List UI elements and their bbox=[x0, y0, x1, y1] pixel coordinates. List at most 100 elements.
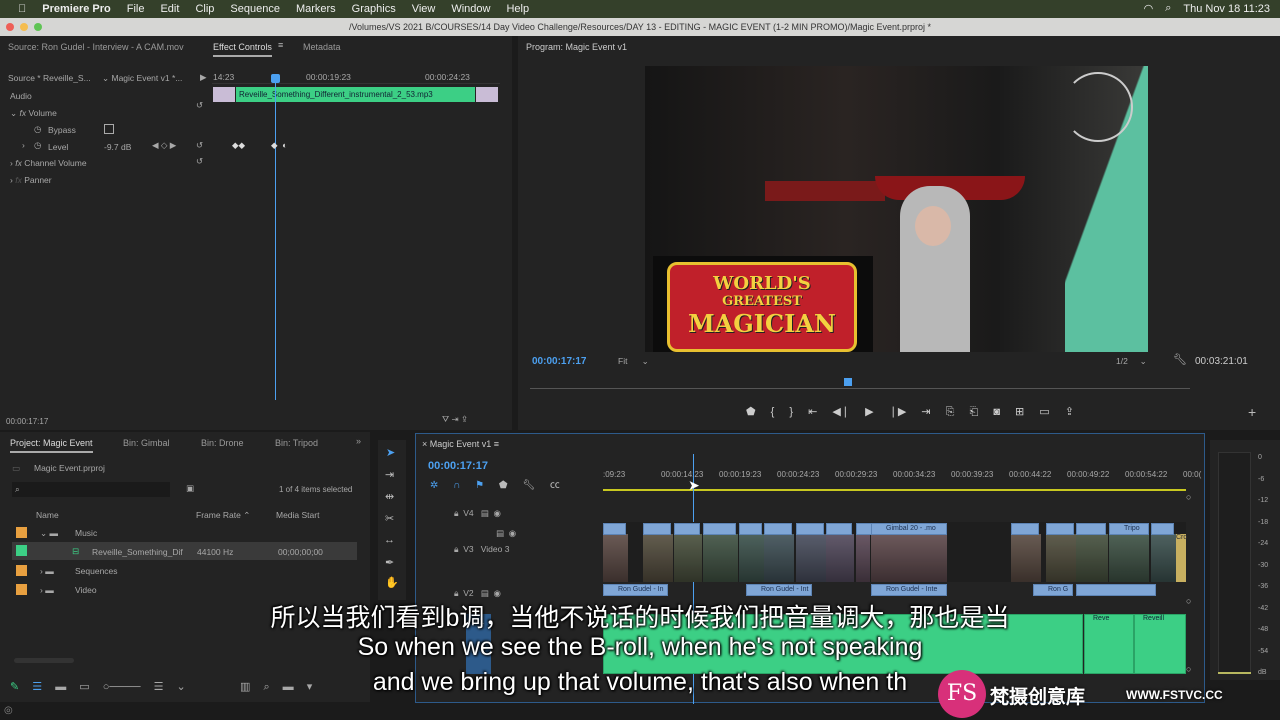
menu-help[interactable]: Help bbox=[506, 3, 529, 15]
menu-window[interactable]: Window bbox=[451, 3, 490, 15]
video-clip[interactable]: Ron G bbox=[1033, 584, 1073, 596]
wifi-icon[interactable]: ◠ bbox=[1144, 2, 1154, 15]
video-clip-thumbnail[interactable] bbox=[764, 534, 794, 582]
reset-icon[interactable]: ↺ bbox=[196, 100, 203, 111]
keyframes[interactable]: ◆◆ ◆ ◐ bbox=[232, 140, 287, 151]
level-value[interactable]: -9.7 dB bbox=[104, 142, 131, 152]
video-clip-thumbnail[interactable] bbox=[1076, 534, 1108, 582]
video-clip-header[interactable] bbox=[826, 523, 852, 535]
volume-effect[interactable]: ⌄ fx Volume bbox=[10, 108, 57, 119]
video-clip[interactable] bbox=[1076, 584, 1156, 596]
tab-bin-drone[interactable]: Bin: Drone bbox=[201, 438, 244, 448]
effect-clip[interactable]: Reveille_Something_Different_instrumenta… bbox=[236, 87, 475, 102]
timeline-timecode[interactable]: 00:00:17:17 bbox=[428, 460, 488, 472]
menu-app[interactable]: Premiere Pro bbox=[42, 3, 110, 15]
stopwatch-icon[interactable]: ◷ bbox=[34, 140, 41, 151]
fit-select[interactable]: Fit ⌄ bbox=[618, 356, 649, 367]
hand-tool-icon[interactable]: ✋ bbox=[385, 576, 399, 589]
playhead[interactable] bbox=[275, 80, 276, 400]
slip-tool-icon[interactable]: ↔ bbox=[384, 534, 395, 546]
video-clip-thumbnail[interactable] bbox=[796, 534, 826, 582]
tab-metadata[interactable]: Metadata bbox=[303, 42, 341, 52]
video-clip-thumbnail[interactable] bbox=[826, 534, 854, 582]
mini-ruler[interactable]: 14:23 00:00:19:23 00:00:24:23 bbox=[212, 64, 500, 84]
timeline-tab[interactable]: × Magic Event v1 ≡ bbox=[422, 439, 499, 449]
video-clip[interactable]: Gimbal 20 - .mo bbox=[871, 523, 947, 535]
video-clip[interactable]: Ron Gudel - Inte bbox=[871, 584, 947, 596]
video-clip-header[interactable] bbox=[796, 523, 824, 535]
datetime[interactable]: Thu Nov 18 11:23 bbox=[1183, 3, 1270, 15]
video-clip-thumbnail[interactable] bbox=[603, 534, 628, 582]
program-timecode[interactable]: 00:00:17:17 bbox=[532, 356, 586, 367]
menu-clip[interactable]: Clip bbox=[195, 3, 214, 15]
video-clip-header[interactable] bbox=[739, 523, 762, 535]
add-button-icon[interactable]: + bbox=[1248, 404, 1256, 420]
video-clip[interactable]: Cro bbox=[1176, 534, 1187, 582]
menu-sequence[interactable]: Sequence bbox=[230, 3, 280, 15]
menu-graphics[interactable]: Graphics bbox=[352, 3, 396, 15]
creative-cloud-icon[interactable]: ◎ bbox=[4, 705, 13, 716]
timeline-tools[interactable]: ✲ ∩ ⚑ ⬟ 🔧︎ ㏄ bbox=[430, 476, 560, 491]
video-clip-thumbnail[interactable] bbox=[643, 534, 673, 582]
tab-project[interactable]: Project: Magic Event bbox=[10, 438, 93, 453]
track-v3-toggles[interactable]: ▤ ◉ bbox=[496, 528, 516, 539]
video-clip[interactable]: Ron Gudel - Int bbox=[746, 584, 812, 596]
video-clip-header[interactable] bbox=[1046, 523, 1074, 535]
video-clip-header[interactable] bbox=[1011, 523, 1039, 535]
video-clip-thumbnail[interactable] bbox=[703, 534, 738, 582]
video-clip-thumbnail[interactable] bbox=[871, 534, 947, 582]
video-clip[interactable]: Tripo bbox=[1109, 523, 1149, 535]
video-clip-thumbnail[interactable] bbox=[1109, 534, 1149, 582]
close-button[interactable] bbox=[6, 23, 14, 31]
bypass-checkbox[interactable] bbox=[104, 124, 114, 134]
video-clip-thumbnail[interactable] bbox=[1151, 534, 1176, 582]
video-clip-header[interactable] bbox=[1151, 523, 1174, 535]
menu-file[interactable]: File bbox=[127, 3, 145, 15]
menu-view[interactable]: View bbox=[412, 3, 436, 15]
video-clip-header[interactable] bbox=[643, 523, 671, 535]
video-clip-header[interactable] bbox=[1076, 523, 1106, 535]
menu-markers[interactable]: Markers bbox=[296, 3, 336, 15]
reset-icon[interactable]: ↺ bbox=[196, 140, 203, 151]
more-tabs-icon[interactable]: » bbox=[356, 436, 361, 446]
video-clip-header[interactable] bbox=[674, 523, 700, 535]
track-v3-header[interactable]: 🔒︎ V3 Video 3 bbox=[454, 544, 509, 555]
new-bin-icon[interactable]: ▣ bbox=[186, 483, 194, 494]
sequence-select[interactable]: ⌄ Magic Event v1 *... bbox=[102, 73, 182, 84]
selection-tool-icon[interactable]: ➤ bbox=[386, 446, 395, 459]
track-select-tool-icon[interactable]: ⇥ bbox=[385, 468, 394, 481]
video-clip-thumbnail[interactable] bbox=[674, 534, 702, 582]
transition-block[interactable] bbox=[213, 87, 235, 102]
panner-effect[interactable]: › fx Panner bbox=[10, 175, 52, 185]
menu-edit[interactable]: Edit bbox=[160, 3, 179, 15]
tab-source[interactable]: Source: Ron Gudel - Interview - A CAM.mo… bbox=[8, 42, 184, 52]
play-icon[interactable]: ▶ bbox=[200, 72, 207, 83]
resolution-select[interactable]: 1/2 ⌄ bbox=[1116, 356, 1147, 367]
keyframe-nav[interactable]: ◀ ◇ ▶ bbox=[152, 140, 176, 151]
minimize-button[interactable] bbox=[20, 23, 28, 31]
playhead-handle[interactable] bbox=[271, 74, 280, 83]
ripple-edit-tool-icon[interactable]: ⇹ bbox=[385, 490, 394, 503]
filter-icon[interactable]: ⛛ ⇥ ⇪ bbox=[442, 414, 468, 425]
pen-tool-icon[interactable]: ✒ bbox=[385, 556, 394, 569]
tab-effect-controls[interactable]: Effect Controls bbox=[213, 42, 272, 57]
video-clip-thumbnail[interactable] bbox=[739, 534, 764, 582]
razor-tool-icon[interactable]: ✂ bbox=[385, 512, 394, 525]
reset-icon[interactable]: ↺ bbox=[196, 156, 203, 167]
column-name[interactable]: Name bbox=[36, 510, 59, 520]
video-clip-header[interactable] bbox=[603, 523, 626, 535]
video-clip-thumbnail[interactable] bbox=[856, 534, 870, 582]
scroll-handle[interactable]: ○ bbox=[1186, 492, 1191, 502]
video-clip-thumbnail[interactable] bbox=[1011, 534, 1041, 582]
column-frame-rate[interactable]: Frame Rate ⌃ bbox=[196, 510, 250, 521]
tab-bin-tripod[interactable]: Bin: Tripod bbox=[275, 438, 318, 448]
channel-volume-effect[interactable]: › fx Channel Volume bbox=[10, 158, 87, 168]
video-clip-thumbnail[interactable] bbox=[1046, 534, 1076, 582]
video-clip[interactable]: Ron Gudel - In bbox=[603, 584, 668, 596]
column-media-start[interactable]: Media Start bbox=[276, 510, 319, 520]
program-scrubber[interactable] bbox=[530, 388, 1190, 389]
video-clip-header[interactable] bbox=[703, 523, 736, 535]
stopwatch-icon[interactable]: ◷ bbox=[34, 124, 41, 135]
apple-icon[interactable]:  bbox=[18, 3, 26, 15]
video-clip-header[interactable] bbox=[856, 523, 872, 535]
